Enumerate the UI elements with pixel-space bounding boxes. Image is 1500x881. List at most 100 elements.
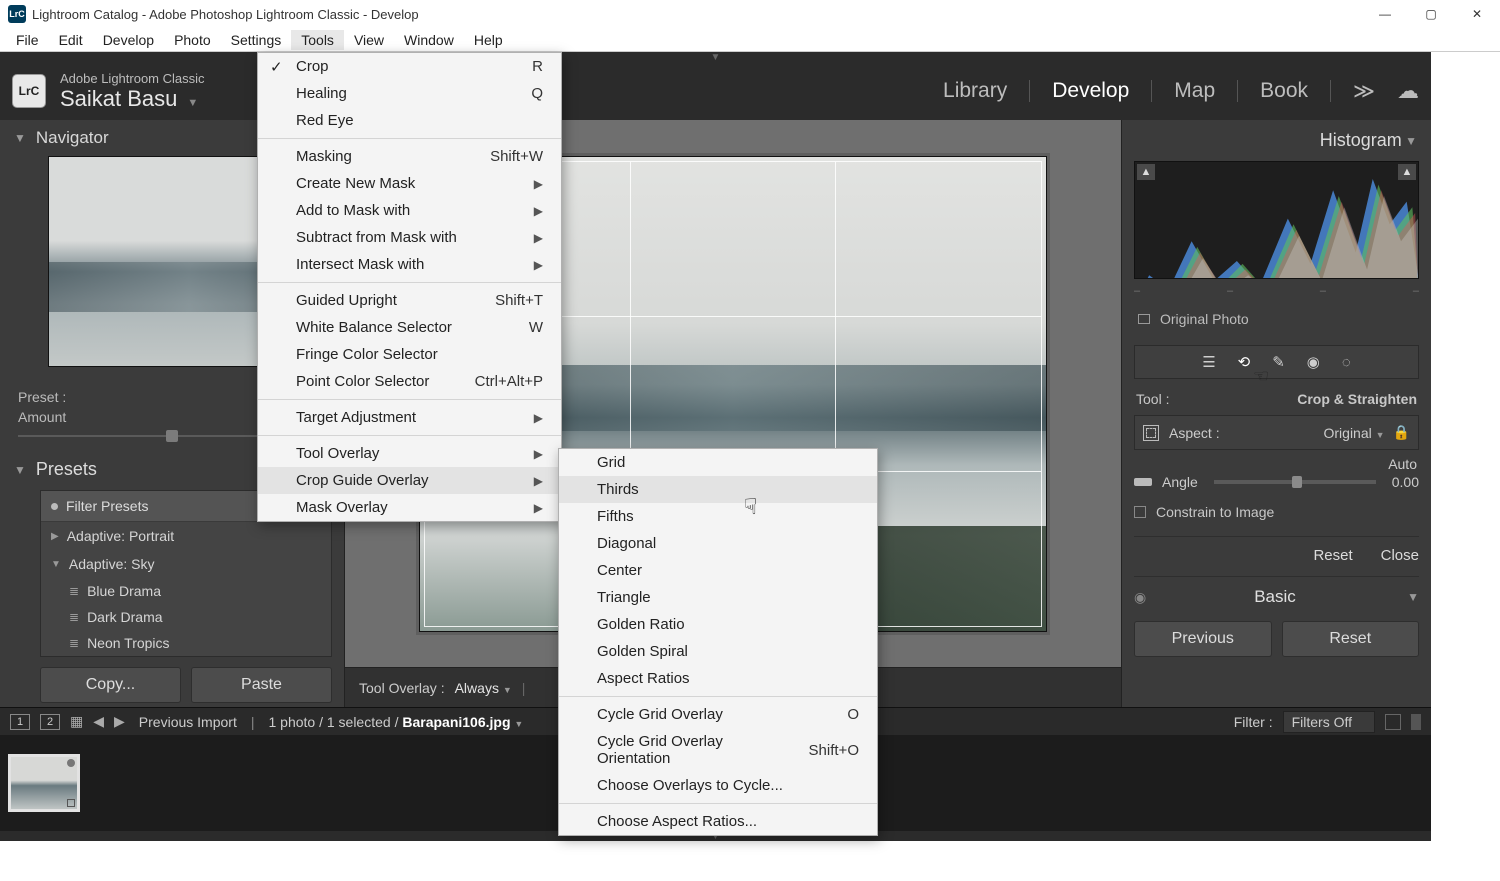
submenu-item[interactable]: Choose Aspect Ratios... <box>559 808 877 835</box>
menu-item[interactable]: ✓CropR <box>258 53 561 80</box>
angle-slider[interactable] <box>1214 480 1376 484</box>
menu-photo[interactable]: Photo <box>164 30 221 50</box>
submenu-item[interactable]: Thirds <box>559 476 877 503</box>
auto-straighten-button[interactable]: Auto <box>1134 456 1419 472</box>
top-panel-toggle[interactable]: ▼ <box>0 52 1431 62</box>
histogram[interactable]: ▲ ▲ <box>1134 161 1419 279</box>
submenu-item[interactable]: Aspect Ratios <box>559 665 877 692</box>
module-library[interactable]: Library <box>937 79 1013 103</box>
filter-lock-icon[interactable] <box>1385 714 1401 730</box>
submenu-item[interactable]: Diagonal <box>559 530 877 557</box>
close-window-button[interactable]: ✕ <box>1454 0 1500 28</box>
constrain-to-image[interactable]: Constrain to Image <box>1134 504 1419 520</box>
preset-group[interactable]: ▶Adaptive: Portrait <box>41 522 331 550</box>
preset-group[interactable]: ▼Adaptive: Sky <box>41 550 331 578</box>
menu-develop[interactable]: Develop <box>93 30 164 50</box>
menu-item[interactable]: Subtract from Mask with▶ <box>258 224 561 251</box>
menu-help[interactable]: Help <box>464 30 513 50</box>
module-book[interactable]: Book <box>1254 79 1314 103</box>
menu-item[interactable]: MaskingShift+W <box>258 143 561 170</box>
menu-item[interactable]: Add to Mask with▶ <box>258 197 561 224</box>
menu-item[interactable]: Target Adjustment▶ <box>258 404 561 431</box>
copy-button[interactable]: Copy... <box>40 667 181 703</box>
module-develop[interactable]: Develop <box>1046 79 1135 103</box>
submenu-item[interactable]: Triangle <box>559 584 877 611</box>
submenu-item[interactable]: Fifths <box>559 503 877 530</box>
menu-item[interactable]: HealingQ <box>258 80 561 107</box>
crop-tool-icon[interactable]: ⟲ <box>1238 353 1251 371</box>
right-panel: Histogram ▼ ▲ ▲ –––– Original Photo <box>1121 120 1431 707</box>
filter-dropdown[interactable]: Filters Off <box>1283 711 1375 733</box>
nav-forward-icon[interactable]: ▶ <box>114 713 125 730</box>
menu-item[interactable]: Create New Mask▶ <box>258 170 561 197</box>
masking-tool-icon[interactable]: ◌ <box>1342 354 1351 371</box>
menu-item[interactable]: Red Eye <box>258 107 561 134</box>
menu-item[interactable]: Fringe Color Selector <box>258 341 561 368</box>
paste-button[interactable]: Paste <box>191 667 332 703</box>
submenu-item[interactable]: Cycle Grid Overlay OrientationShift+O <box>559 728 877 772</box>
second-window-icon[interactable]: 2 <box>40 714 60 730</box>
menu-settings[interactable]: Settings <box>221 30 292 50</box>
previous-button[interactable]: Previous <box>1134 621 1272 657</box>
menu-file[interactable]: File <box>6 30 49 50</box>
source-label[interactable]: Previous Import <box>139 714 237 730</box>
module-map[interactable]: Map <box>1168 79 1221 103</box>
submenu-item[interactable]: Grid <box>559 449 877 476</box>
nav-back-icon[interactable]: ◀ <box>93 713 104 730</box>
identity-plate[interactable]: Saikat Basu▼ <box>60 86 205 112</box>
cloud-sync-icon[interactable]: ☁ <box>1397 78 1419 104</box>
navigator-label: Navigator <box>36 128 109 148</box>
tool-overlay-value[interactable]: Always ▼ <box>455 680 512 696</box>
minimize-button[interactable]: — <box>1362 0 1408 28</box>
basic-panel-header[interactable]: ◉ Basic ▼ <box>1134 576 1419 607</box>
preset-item[interactable]: ≣Dark Drama <box>41 604 331 630</box>
main-window-icon[interactable]: 1 <box>10 714 30 730</box>
submenu-item[interactable]: Choose Overlays to Cycle... <box>559 772 877 799</box>
grid-view-icon[interactable]: ▦ <box>70 713 83 730</box>
menu-view[interactable]: View <box>344 30 394 50</box>
maximize-button[interactable]: ▢ <box>1408 0 1454 28</box>
aspect-icon[interactable] <box>1143 425 1159 441</box>
redeye-tool-icon[interactable]: ◉ <box>1307 353 1320 371</box>
menu-item[interactable]: Crop Guide Overlay▶ <box>258 467 561 494</box>
original-photo-toggle[interactable]: Original Photo <box>1134 305 1419 333</box>
menu-tools[interactable]: Tools <box>291 30 344 50</box>
submenu-item[interactable]: Center <box>559 557 877 584</box>
crop-guide-submenu: GridThirdsFifthsDiagonalCenterTriangleGo… <box>558 448 878 836</box>
reset-button[interactable]: Reset <box>1282 621 1420 657</box>
filter-label: Filter : <box>1234 714 1273 730</box>
tool-close-button[interactable]: Close <box>1381 547 1419 564</box>
edit-sliders-icon[interactable]: ☰ <box>1202 353 1215 371</box>
tool-name-row: Tool : Crop & Straighten <box>1134 387 1419 411</box>
aspect-label: Aspect : <box>1169 425 1220 441</box>
menu-item[interactable]: Guided UprightShift+T <box>258 287 561 314</box>
tool-overlay-label: Tool Overlay : <box>359 680 445 696</box>
healing-tool-icon[interactable]: ✎ <box>1272 353 1285 371</box>
submenu-item[interactable]: Cycle Grid OverlayO <box>559 701 877 728</box>
submenu-item[interactable]: Golden Spiral <box>559 638 877 665</box>
angle-value[interactable]: 0.00 <box>1392 474 1419 490</box>
angle-label: Angle <box>1162 474 1198 490</box>
menu-bar: File Edit Develop Photo Settings Tools V… <box>0 28 1500 52</box>
lock-icon[interactable]: 🔒 <box>1393 424 1410 441</box>
preset-item[interactable]: ≣Neon Tropics <box>41 630 331 656</box>
menu-item[interactable]: Mask Overlay▶ <box>258 494 561 521</box>
checkbox-icon[interactable] <box>1134 506 1146 518</box>
photo-count: 1 photo / 1 selected / Barapani106.jpg ▼ <box>268 714 523 730</box>
menu-item[interactable]: Tool Overlay▶ <box>258 440 561 467</box>
filter-switch-icon[interactable] <box>1411 714 1421 730</box>
menu-item[interactable]: White Balance SelectorW <box>258 314 561 341</box>
menu-window[interactable]: Window <box>394 30 464 50</box>
level-icon[interactable] <box>1134 478 1152 486</box>
histogram-header[interactable]: Histogram ▼ <box>1122 120 1431 161</box>
menu-edit[interactable]: Edit <box>49 30 93 50</box>
preset-item[interactable]: ≣Blue Drama <box>41 578 331 604</box>
submenu-item[interactable]: Golden Ratio <box>559 611 877 638</box>
aspect-value[interactable]: Original ▼ <box>1324 425 1385 441</box>
menu-item[interactable]: Point Color SelectorCtrl+Alt+P <box>258 368 561 395</box>
eye-icon[interactable]: ◉ <box>1134 589 1146 606</box>
tool-reset-button[interactable]: Reset <box>1313 547 1352 564</box>
module-more-icon[interactable]: ≫ <box>1347 79 1381 104</box>
menu-item[interactable]: Intersect Mask with▶ <box>258 251 561 278</box>
filmstrip-thumbnail[interactable] <box>8 754 80 812</box>
